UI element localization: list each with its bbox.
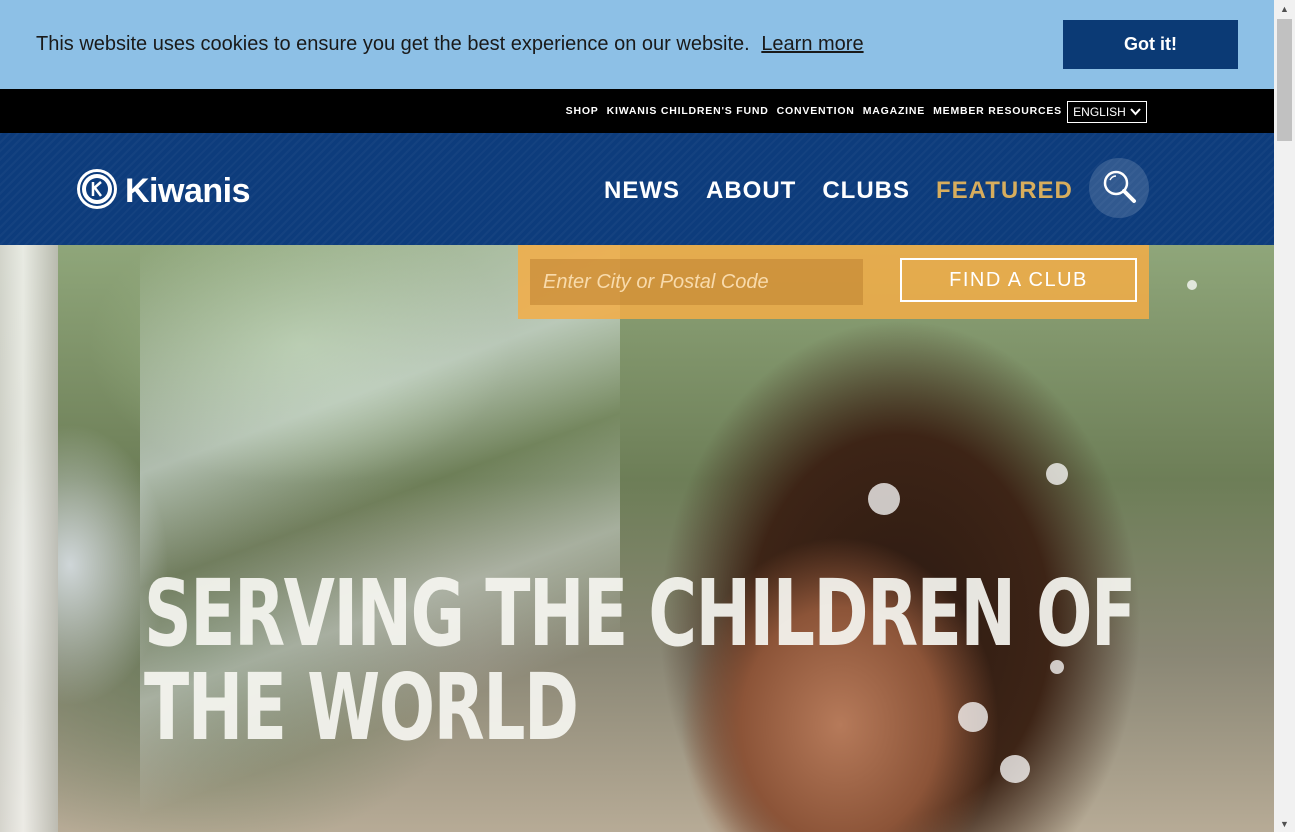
language-value: ENGLISH bbox=[1073, 105, 1126, 119]
hero-title-line-2: THE WORLD bbox=[144, 654, 579, 761]
water-droplet bbox=[1046, 463, 1068, 485]
cookie-message-text: This website uses cookies to ensure you … bbox=[36, 33, 750, 55]
page-scrollbar[interactable]: ▲ ▼ bbox=[1274, 0, 1295, 832]
got-it-button[interactable]: Got it! bbox=[1063, 20, 1238, 69]
water-droplet bbox=[958, 702, 988, 732]
cookie-banner: This website uses cookies to ensure you … bbox=[0, 0, 1274, 89]
cookie-message: This website uses cookies to ensure you … bbox=[36, 33, 864, 56]
learn-more-link[interactable]: Learn more bbox=[761, 33, 863, 55]
main-header: Kiwanis NEWS ABOUT CLUBS FEATURED bbox=[0, 133, 1274, 245]
nav-clubs[interactable]: CLUBS bbox=[822, 177, 910, 205]
water-droplet bbox=[868, 483, 900, 515]
scroll-up-arrow-icon[interactable]: ▲ bbox=[1274, 0, 1295, 17]
nav-about[interactable]: ABOUT bbox=[706, 177, 796, 205]
utility-links: SHOP KIWANIS CHILDREN'S FUND CONVENTION … bbox=[566, 89, 1062, 133]
hero-section: FIND A CLUB SERVING THE CHILDREN OF THE … bbox=[0, 245, 1274, 832]
scroll-down-arrow-icon[interactable]: ▼ bbox=[1274, 815, 1295, 832]
utility-link-member-resources[interactable]: MEMBER RESOURCES bbox=[933, 105, 1062, 117]
utility-link-childrens-fund[interactable]: KIWANIS CHILDREN'S FUND bbox=[607, 105, 769, 117]
search-button[interactable] bbox=[1089, 158, 1149, 218]
chevron-down-icon bbox=[1130, 105, 1141, 119]
water-droplet bbox=[1000, 755, 1030, 783]
utility-link-convention[interactable]: CONVENTION bbox=[777, 105, 855, 117]
city-postal-input[interactable] bbox=[530, 259, 863, 305]
hero-water-pipe bbox=[0, 245, 58, 832]
hero-title: SERVING THE CHILDREN OF THE WORLD bbox=[144, 560, 1136, 761]
main-nav: NEWS ABOUT CLUBS FEATURED bbox=[604, 177, 1073, 205]
utility-link-shop[interactable]: SHOP bbox=[566, 105, 599, 117]
kiwanis-emblem-icon bbox=[75, 167, 119, 216]
hero-title-line-1: SERVING THE CHILDREN OF bbox=[144, 560, 1136, 667]
water-droplet bbox=[1187, 280, 1197, 290]
nav-news[interactable]: NEWS bbox=[604, 177, 680, 205]
nav-featured[interactable]: FEATURED bbox=[936, 177, 1073, 205]
logo-wordmark: Kiwanis bbox=[125, 172, 250, 210]
kiwanis-logo[interactable]: Kiwanis bbox=[75, 167, 250, 216]
find-club-button[interactable]: FIND A CLUB bbox=[900, 258, 1137, 302]
utility-link-magazine[interactable]: MAGAZINE bbox=[863, 105, 925, 117]
search-icon bbox=[1101, 168, 1137, 209]
language-select[interactable]: ENGLISH bbox=[1067, 101, 1147, 123]
scroll-thumb[interactable] bbox=[1277, 19, 1292, 141]
find-club-bar: FIND A CLUB bbox=[518, 245, 1149, 319]
